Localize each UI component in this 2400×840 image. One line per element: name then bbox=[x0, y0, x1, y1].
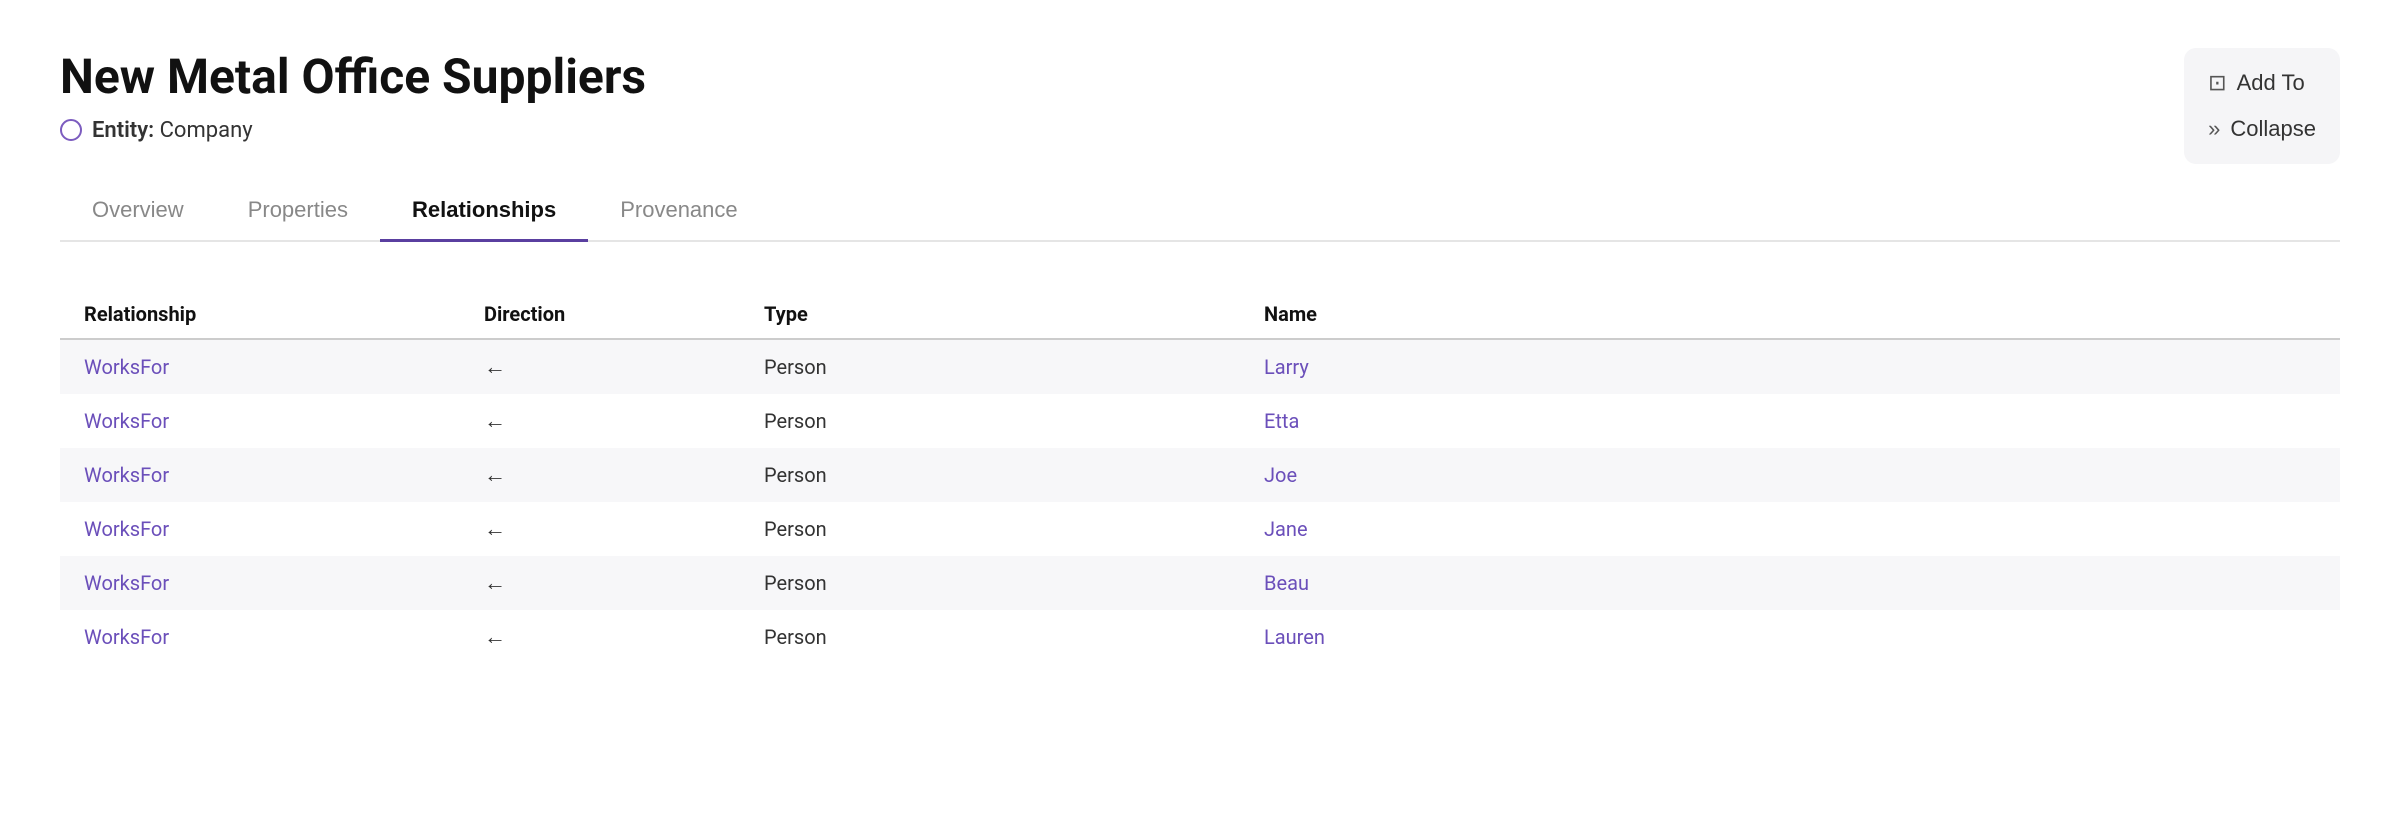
cell-direction-1: ← bbox=[484, 408, 764, 434]
table-row: WorksFor ← Person Etta bbox=[60, 394, 2340, 448]
cell-relationship-4[interactable]: WorksFor bbox=[84, 571, 484, 595]
cell-direction-0: ← bbox=[484, 354, 764, 380]
relationship-link-1[interactable]: WorksFor bbox=[84, 409, 169, 433]
cell-direction-5: ← bbox=[484, 624, 764, 650]
name-link-1[interactable]: Etta bbox=[1264, 409, 1299, 433]
relationships-table: Relationship Direction Type Name WorksFo… bbox=[60, 290, 2340, 664]
col-header-direction: Direction bbox=[484, 302, 764, 326]
cell-relationship-2[interactable]: WorksFor bbox=[84, 463, 484, 487]
relationship-link-4[interactable]: WorksFor bbox=[84, 571, 169, 595]
table-body: WorksFor ← Person Larry WorksFor ← Perso… bbox=[60, 340, 2340, 664]
cell-direction-4: ← bbox=[484, 570, 764, 596]
relationship-link-5[interactable]: WorksFor bbox=[84, 625, 169, 649]
col-header-relationship: Relationship bbox=[84, 302, 484, 326]
cell-relationship-1[interactable]: WorksFor bbox=[84, 409, 484, 433]
cell-relationship-5[interactable]: WorksFor bbox=[84, 625, 484, 649]
relationship-link-2[interactable]: WorksFor bbox=[84, 463, 169, 487]
cell-type-5: Person bbox=[764, 625, 1264, 649]
entity-row: Entity: Company bbox=[60, 118, 2340, 143]
relationship-link-0[interactable]: WorksFor bbox=[84, 355, 169, 379]
cell-relationship-0[interactable]: WorksFor bbox=[84, 355, 484, 379]
collapse-button[interactable]: » Collapse bbox=[2208, 110, 2316, 148]
table-row: WorksFor ← Person Jane bbox=[60, 502, 2340, 556]
col-header-name: Name bbox=[1264, 302, 2316, 326]
header-section: New Metal Office Suppliers Entity: Compa… bbox=[60, 48, 2340, 143]
cell-relationship-3[interactable]: WorksFor bbox=[84, 517, 484, 541]
cell-direction-2: ← bbox=[484, 462, 764, 488]
tab-overview[interactable]: Overview bbox=[60, 183, 216, 242]
cell-direction-3: ← bbox=[484, 516, 764, 542]
table-row: WorksFor ← Person Larry bbox=[60, 340, 2340, 394]
tab-provenance[interactable]: Provenance bbox=[588, 183, 769, 242]
table-row: WorksFor ← Person Lauren bbox=[60, 610, 2340, 664]
tabs-section: Overview Properties Relationships Proven… bbox=[60, 183, 2340, 242]
add-to-label: Add To bbox=[2237, 70, 2305, 96]
entity-dot-icon bbox=[60, 119, 82, 141]
add-to-button[interactable]: ⊡ Add To bbox=[2208, 64, 2316, 102]
cell-type-1: Person bbox=[764, 409, 1264, 433]
cell-name-1[interactable]: Etta bbox=[1264, 409, 2316, 433]
entity-label: Entity: Company bbox=[92, 118, 253, 143]
tab-relationships[interactable]: Relationships bbox=[380, 183, 588, 242]
cell-name-5[interactable]: Lauren bbox=[1264, 625, 2316, 649]
page-title: New Metal Office Suppliers bbox=[60, 48, 2340, 106]
cell-type-4: Person bbox=[764, 571, 1264, 595]
table-header-row: Relationship Direction Type Name bbox=[60, 290, 2340, 340]
name-link-4[interactable]: Beau bbox=[1264, 571, 1309, 595]
cell-name-2[interactable]: Joe bbox=[1264, 463, 2316, 487]
add-to-icon: ⊡ bbox=[2208, 70, 2226, 96]
cell-name-0[interactable]: Larry bbox=[1264, 355, 2316, 379]
top-right-actions: ⊡ Add To » Collapse bbox=[2184, 48, 2340, 164]
page-container: ⊡ Add To » Collapse New Metal Office Sup… bbox=[0, 0, 2400, 840]
cell-type-3: Person bbox=[764, 517, 1264, 541]
table-row: WorksFor ← Person Joe bbox=[60, 448, 2340, 502]
cell-type-2: Person bbox=[764, 463, 1264, 487]
table-row: WorksFor ← Person Beau bbox=[60, 556, 2340, 610]
name-link-5[interactable]: Lauren bbox=[1264, 625, 1325, 649]
relationship-link-3[interactable]: WorksFor bbox=[84, 517, 169, 541]
col-header-type: Type bbox=[764, 302, 1264, 326]
collapse-icon: » bbox=[2208, 116, 2220, 142]
collapse-label: Collapse bbox=[2230, 116, 2316, 142]
name-link-2[interactable]: Joe bbox=[1264, 463, 1297, 487]
cell-name-3[interactable]: Jane bbox=[1264, 517, 2316, 541]
cell-type-0: Person bbox=[764, 355, 1264, 379]
cell-name-4[interactable]: Beau bbox=[1264, 571, 2316, 595]
name-link-0[interactable]: Larry bbox=[1264, 355, 1309, 379]
tab-properties[interactable]: Properties bbox=[216, 183, 380, 242]
name-link-3[interactable]: Jane bbox=[1264, 517, 1308, 541]
